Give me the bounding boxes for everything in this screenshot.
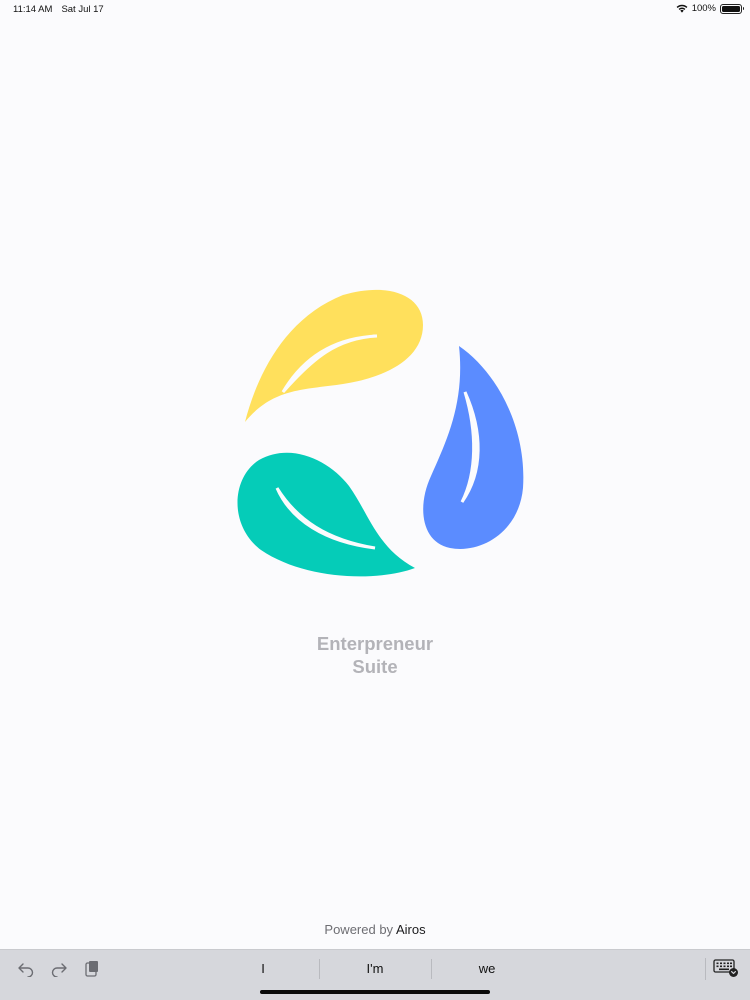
powered-by: Powered by Airos	[0, 922, 750, 937]
teal-leaf-icon	[237, 452, 415, 577]
powered-by-label: Powered by	[324, 922, 394, 937]
keyboard-toggle-button[interactable]	[713, 958, 739, 978]
redo-button[interactable]	[48, 959, 70, 979]
undo-icon	[18, 963, 34, 977]
home-indicator[interactable]	[260, 990, 490, 994]
app-title-line-2: Suite	[352, 656, 398, 677]
status-left: 11:14 AM Sat Jul 17	[13, 4, 104, 15]
app-title-line-1: Enterpreneur	[316, 633, 434, 654]
suggestion-3[interactable]: we	[432, 958, 542, 980]
status-right: 100%	[676, 3, 744, 14]
undo-button[interactable]	[15, 959, 37, 979]
status-time: 11:14 AM	[13, 4, 53, 15]
wifi-icon	[676, 4, 688, 13]
battery-icon	[720, 3, 744, 14]
status-date: Sat Jul 17	[61, 4, 104, 15]
keyboard-icon	[713, 959, 738, 977]
app-logo	[225, 280, 535, 590]
battery-percent: 100%	[691, 3, 716, 14]
paste-icon	[85, 961, 98, 977]
battery-fill	[722, 5, 740, 12]
keyboard-bar-divider	[705, 958, 706, 980]
status-bar: 11:14 AM Sat Jul 17 100%	[0, 0, 750, 18]
powered-by-brand: Airos	[395, 922, 426, 937]
suggestion-1[interactable]: I	[208, 958, 318, 980]
predictive-suggestions: I I'm we	[208, 958, 542, 980]
paste-button[interactable]	[81, 959, 103, 979]
app-title: Enterpreneur Suite	[0, 632, 750, 678]
redo-icon	[51, 963, 67, 977]
suggestion-2[interactable]: I'm	[320, 958, 430, 980]
yellow-leaf-icon	[245, 289, 423, 422]
